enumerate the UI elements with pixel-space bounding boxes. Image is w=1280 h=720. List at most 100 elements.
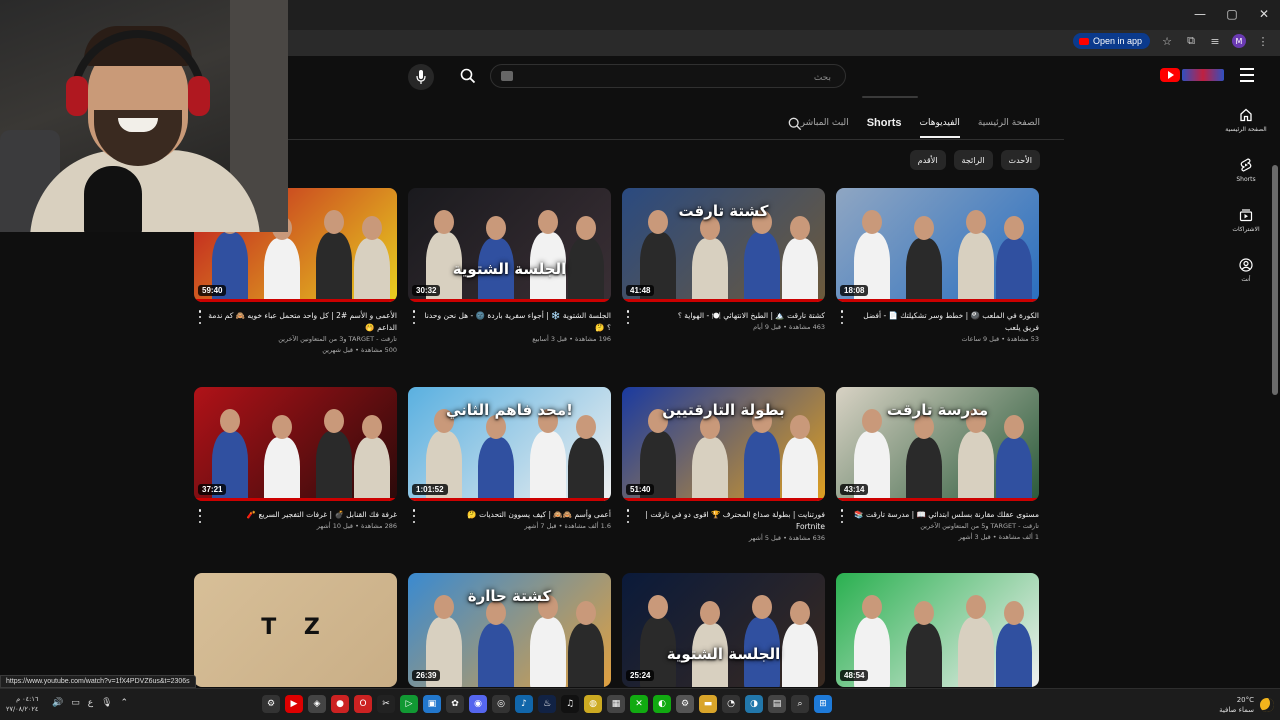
video-thumbnail[interactable]: محد فاهم الثاني! 1:01:52 [408, 387, 611, 501]
star-icon[interactable]: ☆ [1160, 34, 1174, 48]
video-title[interactable]: فورتنايت | بطولة صداع المحترف 🏆 اقوى دو … [636, 509, 825, 533]
guide-item-home[interactable]: الصفحة الرئيسية [1212, 108, 1280, 133]
video-title[interactable]: الجلسة الشتوية ❄️ | أجواء سفرية باردة 🌚 … [422, 310, 611, 334]
search-button[interactable] [456, 64, 480, 88]
youtube-icon[interactable]: ▶ [285, 695, 303, 713]
open-in-app-button[interactable]: Open in app [1072, 33, 1150, 49]
video-title[interactable]: مستوى عقلك مقارنة بسلس ابتدائي 📖 | مدرسة… [850, 509, 1039, 521]
video-channel[interactable]: تارقت - TARGET و3 من المتعاونين الآخرين [208, 334, 397, 345]
weather-widget[interactable]: 20°C سماء صافية [1219, 695, 1274, 715]
more-vert-icon[interactable] [625, 310, 631, 324]
search-box[interactable] [490, 64, 846, 89]
video-card[interactable]: T Z [194, 573, 397, 687]
video-card[interactable]: كشتة تارقت 41:48 كشتة تارقت 🏔️ | الطبخ الا… [622, 188, 825, 333]
video-card[interactable]: 48:54 [836, 573, 1039, 687]
video-thumbnail[interactable]: مدرسة تارقت 43:14 [836, 387, 1039, 501]
guide-item-you[interactable]: أنت [1212, 258, 1280, 283]
close-button[interactable]: ✕ [1248, 0, 1280, 28]
more-vert-icon[interactable] [411, 509, 417, 523]
gamepass-icon[interactable]: ◐ [653, 695, 671, 713]
chrome-icon[interactable]: ◍ [584, 695, 602, 713]
steam-icon[interactable]: ♨ [538, 695, 556, 713]
xbox-icon[interactable]: ✕ [630, 695, 648, 713]
video-thumbnail[interactable]: T Z [194, 573, 397, 687]
edge-icon[interactable]: ◑ [745, 695, 763, 713]
video-card[interactable]: الجلسة الشتوية 30:32 الجلسة الشتوية ❄️ | أ… [408, 188, 611, 345]
photos-icon[interactable]: ▣ [423, 695, 441, 713]
tab-shorts[interactable]: Shorts [867, 110, 902, 136]
play-icon[interactable]: ▷ [400, 695, 418, 713]
chip-latest[interactable]: الأحدث [1000, 150, 1040, 170]
maximize-button[interactable]: ▢ [1216, 0, 1248, 28]
more-vert-icon[interactable] [411, 310, 417, 324]
file-icon[interactable]: ▤ [768, 695, 786, 713]
video-title[interactable]: أعمى وأسم 🙈🙉 | كيف يسوون التحديات 🤔 [422, 509, 611, 521]
video-thumbnail[interactable]: الجلسة الشتوية 30:32 [408, 188, 611, 302]
keyboard-icon[interactable] [501, 71, 513, 81]
guide-item-subscriptions[interactable]: الاشتراكات [1212, 208, 1280, 233]
more-vert-icon[interactable] [197, 509, 203, 523]
language-indicator[interactable]: ع [88, 698, 93, 708]
video-thumbnail[interactable]: الجلسة الشتوية 25:24 [622, 573, 825, 687]
obs-icon[interactable]: ◔ [722, 695, 740, 713]
settings-icon[interactable]: ⚙ [262, 695, 280, 713]
tab-live[interactable]: البث المباشر [801, 110, 849, 136]
settings-alt-icon[interactable]: ⚙ [676, 695, 694, 713]
video-card[interactable]: الجلسة الشتوية 25:24 [622, 573, 825, 687]
video-title[interactable]: الكورة في الملعب 🎱 | خطط وسر تشكيلتك 📄 -… [850, 310, 1039, 334]
profile-avatar[interactable]: M [1232, 34, 1246, 48]
tab-videos[interactable]: الفيديوهات [919, 110, 961, 138]
guide-item-shorts[interactable]: Shorts [1212, 158, 1280, 183]
gear-icon[interactable]: ✿ [446, 695, 464, 713]
video-card[interactable]: محد فاهم الثاني! 1:01:52 أعمى وأسم 🙈🙉 | كي… [408, 387, 611, 532]
page-scrollbar[interactable] [1272, 165, 1278, 395]
video-thumbnail[interactable]: كشتة تارقت 41:48 [622, 188, 825, 302]
channel-search-button[interactable] [788, 116, 802, 135]
github-icon[interactable]: ◎ [492, 695, 510, 713]
video-thumbnail[interactable]: كشتة حاارة 26:39 [408, 573, 611, 687]
video-thumbnail[interactable]: 37:21 [194, 387, 397, 501]
capcut-icon[interactable]: ✂ [377, 695, 395, 713]
search-input[interactable] [491, 67, 845, 89]
media-icon[interactable]: ≡ [1208, 34, 1222, 48]
more-vert-icon[interactable] [197, 310, 203, 324]
video-title[interactable]: الأعمى و الأسم #2 | كل واحد متحمل عباء خ… [208, 310, 397, 334]
music-icon[interactable]: ♪ [515, 695, 533, 713]
search-icon[interactable]: ⌕ [791, 695, 809, 713]
folder-icon[interactable]: ▬ [699, 695, 717, 713]
chevron-up-icon[interactable]: ⌃ [121, 698, 129, 708]
opera-icon[interactable]: O [354, 695, 372, 713]
video-title[interactable]: غرفة فك القنابل 💣 | غرفات التفجير السريع… [208, 509, 397, 521]
video-title[interactable]: كشتة تارقت 🏔️ | الطبخ الانتهائي 🍽️ - اله… [636, 310, 825, 322]
extensions-icon[interactable]: ⧉ [1184, 34, 1198, 48]
video-thumbnail[interactable]: 18:08 [836, 188, 1039, 302]
calculator-icon[interactable]: ▦ [607, 695, 625, 713]
more-vert-icon[interactable] [625, 509, 631, 523]
discord-icon[interactable]: ◉ [469, 695, 487, 713]
video-card[interactable]: 37:21 غرفة فك القنابل 💣 | غرفات التفجير ا… [194, 387, 397, 532]
windows-icon[interactable]: ⊞ [814, 695, 832, 713]
video-card[interactable]: 18:08 الكورة في الملعب 🎱 | خطط وسر تشكيلت… [836, 188, 1039, 345]
minimize-button[interactable]: — [1184, 0, 1216, 28]
more-options-icon[interactable]: ⋮ [1256, 34, 1270, 48]
video-card[interactable]: كشتة حاارة 26:39 [408, 573, 611, 687]
tiktok-icon[interactable]: ♫ [561, 695, 579, 713]
video-thumbnail[interactable]: 48:54 [836, 573, 1039, 687]
chip-oldest[interactable]: الأقدم [909, 150, 946, 170]
hamburger-menu-icon[interactable] [1240, 68, 1254, 82]
davinci-icon[interactable]: ◈ [308, 695, 326, 713]
tab-home[interactable]: الصفحة الرئيسية [978, 110, 1040, 136]
video-card[interactable]: مدرسة تارقت 43:14 مستوى عقلك مقارنة بسلس ا… [836, 387, 1039, 543]
more-vert-icon[interactable] [839, 310, 845, 324]
video-thumbnail[interactable]: بطولة التارقتيين 51:40 [622, 387, 825, 501]
volume-icon[interactable]: 🔊 [52, 698, 63, 708]
video-channel[interactable]: تارقت - TARGET و5 من المتعاونين الآخرين [850, 521, 1039, 532]
voice-search-button[interactable] [408, 64, 434, 90]
more-vert-icon[interactable] [839, 509, 845, 523]
taskbar-clock[interactable]: ٠٤:١٦ م ٢٧/٠٨/٢٠٢٤ [6, 694, 38, 714]
youtube-logo[interactable] [1160, 68, 1224, 82]
microphone-icon[interactable]: 🎙 [101, 698, 112, 708]
app-icon[interactable]: ● [331, 695, 349, 713]
network-icon[interactable]: ▭ [71, 698, 80, 708]
chip-popular[interactable]: الرائجة [953, 150, 993, 170]
